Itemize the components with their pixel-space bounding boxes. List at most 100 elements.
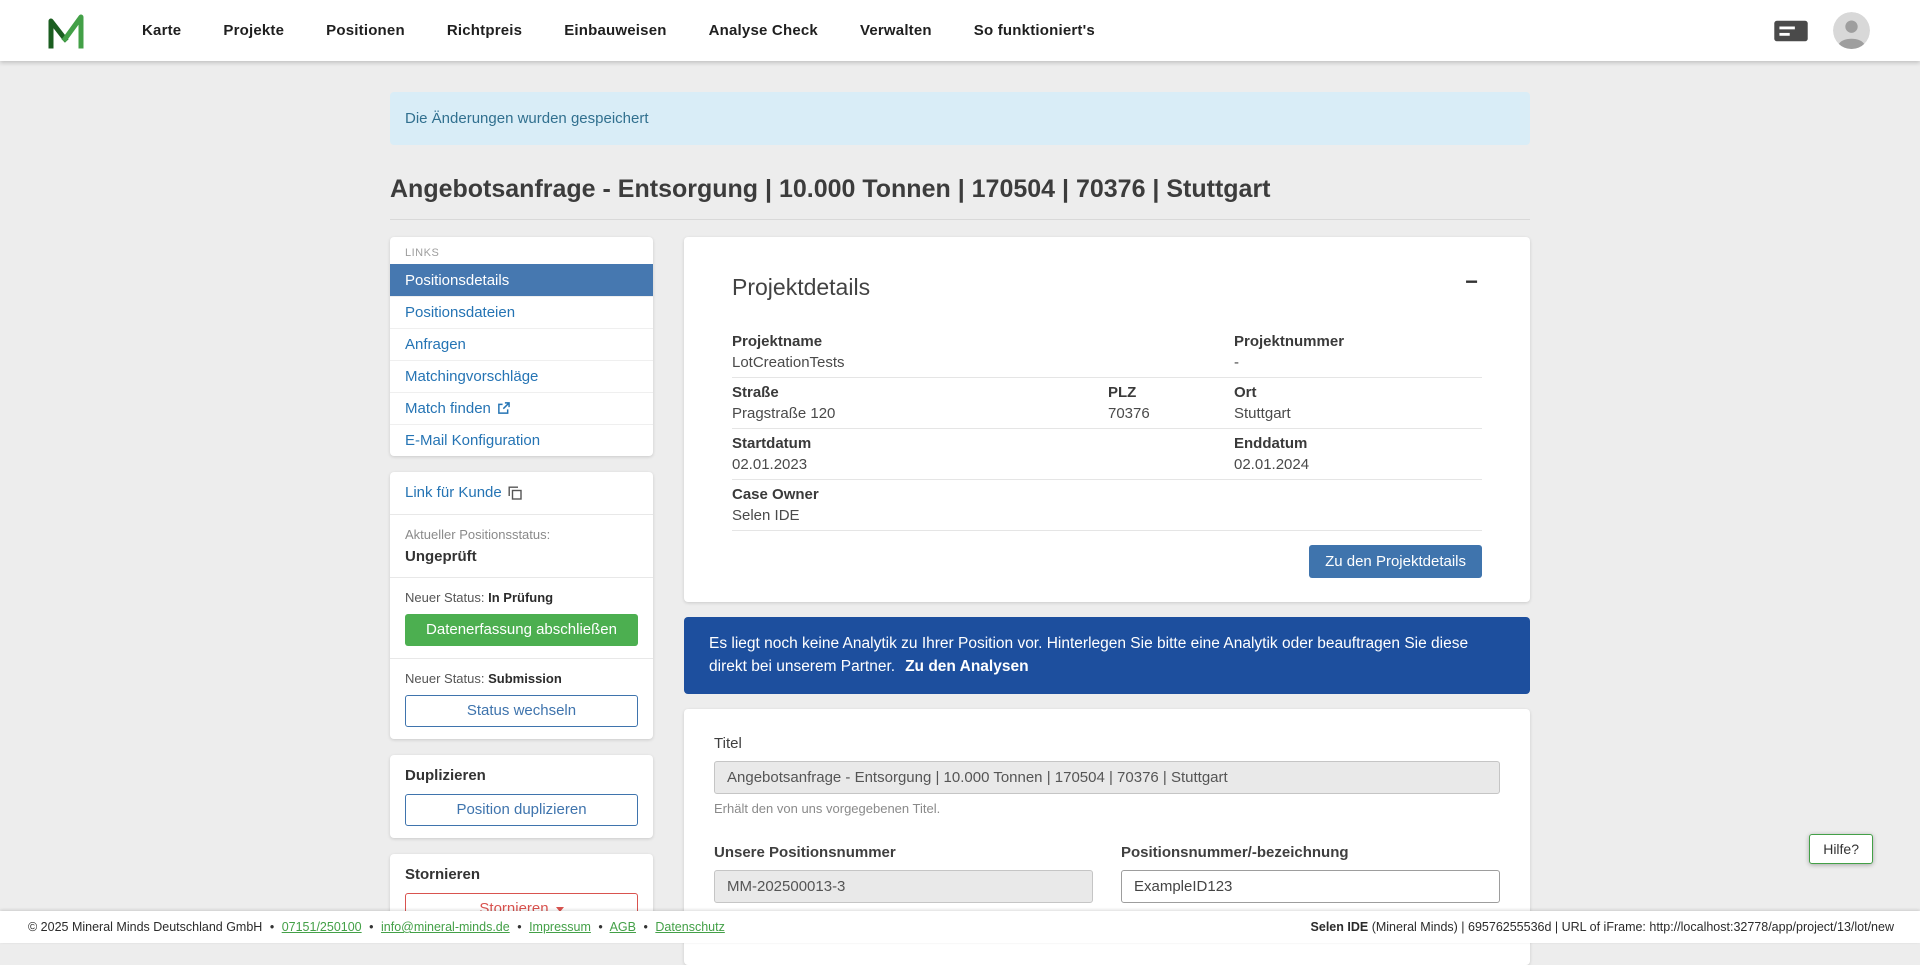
position-number-input[interactable] bbox=[1121, 870, 1500, 903]
our-position-number-label: Unsere Positionsnummer bbox=[714, 844, 1093, 861]
current-status-label: Aktueller Positionsstatus: bbox=[405, 527, 638, 542]
current-status-value: Ungeprüft bbox=[405, 548, 638, 565]
session-info: Selen IDE (Mineral Minds) | 69576255536d… bbox=[1311, 920, 1894, 934]
footer-link-agb[interactable]: AGB bbox=[610, 920, 636, 934]
nav-so-funktionierts[interactable]: So funktioniert's bbox=[974, 22, 1095, 39]
field-value: LotCreationTests bbox=[732, 353, 1234, 372]
nav-positionen[interactable]: Positionen bbox=[326, 22, 405, 39]
project-details-card: Projektdetails − Projektname LotCreation… bbox=[684, 237, 1530, 602]
field-value: Stuttgart bbox=[1234, 404, 1482, 423]
field-value: - bbox=[1234, 353, 1482, 372]
nav-karte[interactable]: Karte bbox=[142, 22, 181, 39]
user-avatar[interactable] bbox=[1833, 12, 1870, 49]
collapse-icon[interactable]: − bbox=[1461, 271, 1482, 293]
next-status-value: In Prüfung bbox=[488, 590, 553, 605]
project-row: Projektname LotCreationTests Projektnumm… bbox=[732, 327, 1482, 378]
duplicate-card: Duplizieren Position duplizieren bbox=[390, 755, 653, 838]
nav-verwalten[interactable]: Verwalten bbox=[860, 22, 932, 39]
complete-data-entry-button[interactable]: Datenerfassung abschließen bbox=[405, 614, 638, 646]
help-button[interactable]: Hilfe? bbox=[1809, 834, 1873, 864]
field-label: Projektname bbox=[732, 332, 1234, 351]
sidebar-item-label: Match finden bbox=[405, 400, 491, 417]
field-label: PLZ bbox=[1108, 383, 1234, 402]
copyright-text: © 2025 Mineral Minds Deutschland GmbH bbox=[28, 920, 262, 934]
field-value: Pragstraße 120 bbox=[732, 404, 1108, 423]
main-column: Projektdetails − Projektname LotCreation… bbox=[684, 237, 1530, 965]
person-icon bbox=[1833, 12, 1870, 49]
sidebar-item-matchingvorschlaege[interactable]: Matchingvorschläge bbox=[390, 360, 653, 392]
field-label: Straße bbox=[732, 383, 1108, 402]
project-row: Startdatum 02.01.2023 Enddatum 02.01.202… bbox=[732, 429, 1482, 480]
footer-link-email[interactable]: info@mineral-minds.de bbox=[381, 920, 510, 934]
cancel-header: Stornieren bbox=[405, 866, 638, 883]
separator: • bbox=[270, 920, 274, 934]
customer-link-label: Link für Kunde bbox=[405, 484, 502, 501]
copy-icon bbox=[508, 486, 522, 500]
our-position-number-input bbox=[714, 870, 1093, 903]
next-status-prefix: Neuer Status: bbox=[405, 590, 485, 605]
title-helper: Erhält den von uns vorgegebenen Titel. bbox=[714, 801, 1500, 816]
switch-status-button[interactable]: Status wechseln bbox=[405, 695, 638, 727]
navbar-right bbox=[1773, 12, 1870, 49]
next-status-prefix: Neuer Status: bbox=[405, 671, 485, 686]
logo-icon bbox=[46, 12, 86, 50]
next-status-line: Neuer Status: In Prüfung bbox=[405, 590, 638, 605]
separator: • bbox=[517, 920, 521, 934]
separator: • bbox=[369, 920, 373, 934]
sidebar-item-positionsdetails[interactable]: Positionsdetails bbox=[390, 264, 653, 296]
field-label: Ort bbox=[1234, 383, 1482, 402]
session-user: Selen IDE bbox=[1311, 920, 1369, 934]
nav-einbauweisen[interactable]: Einbauweisen bbox=[564, 22, 666, 39]
field-label: Startdatum bbox=[732, 434, 1234, 453]
footer: © 2025 Mineral Minds Deutschland GmbH • … bbox=[0, 911, 1920, 943]
page-title: Angebotsanfrage - Entsorgung | 10.000 To… bbox=[390, 175, 1530, 220]
project-row: Case Owner Selen IDE bbox=[732, 480, 1482, 531]
field-value: 70376 bbox=[1108, 404, 1234, 423]
project-details-title: Projektdetails bbox=[732, 271, 870, 303]
top-navbar: Karte Projekte Positionen Richtpreis Ein… bbox=[0, 0, 1920, 61]
title-label: Titel bbox=[714, 735, 1500, 752]
sidebar-item-email-konfiguration[interactable]: E-Mail Konfiguration bbox=[390, 424, 653, 456]
main-nav: Karte Projekte Positionen Richtpreis Ein… bbox=[142, 22, 1095, 39]
project-fields: Projektname LotCreationTests Projektnumm… bbox=[732, 327, 1482, 531]
sidebar-links-card: LINKS Positionsdetails Positionsdateien … bbox=[390, 237, 653, 456]
project-row: Straße Pragstraße 120 PLZ 70376 Ort Stut… bbox=[732, 378, 1482, 429]
footer-link-datenschutz[interactable]: Datenschutz bbox=[655, 920, 724, 934]
field-label: Case Owner bbox=[732, 485, 1482, 504]
footer-left: © 2025 Mineral Minds Deutschland GmbH • … bbox=[28, 920, 725, 934]
duplicate-position-button[interactable]: Position duplizieren bbox=[405, 794, 638, 826]
sidebar-item-match-finden[interactable]: Match finden bbox=[390, 392, 653, 424]
position-number-label: Positionsnummer/-bezeichnung bbox=[1121, 844, 1500, 861]
footer-link-impressum[interactable]: Impressum bbox=[529, 920, 591, 934]
duplicate-header: Duplizieren bbox=[405, 767, 638, 784]
field-label: Enddatum bbox=[1234, 434, 1482, 453]
field-label: Projektnummer bbox=[1234, 332, 1482, 351]
analytics-alert: Es liegt noch keine Analytik zu Ihrer Po… bbox=[684, 617, 1530, 694]
sidebar-item-anfragen[interactable]: Anfragen bbox=[390, 328, 653, 360]
sidebar: LINKS Positionsdetails Positionsdateien … bbox=[390, 237, 653, 953]
title-input bbox=[714, 761, 1500, 794]
nav-richtpreis[interactable]: Richtpreis bbox=[447, 22, 522, 39]
project-details-button[interactable]: Zu den Projektdetails bbox=[1309, 545, 1482, 578]
server-icon[interactable] bbox=[1773, 18, 1809, 44]
external-link-icon bbox=[497, 402, 510, 415]
separator: • bbox=[643, 920, 647, 934]
analytics-link[interactable]: Zu den Analysen bbox=[905, 658, 1028, 675]
nav-projekte[interactable]: Projekte bbox=[223, 22, 284, 39]
next-status-value: Submission bbox=[488, 671, 562, 686]
links-header: LINKS bbox=[390, 237, 653, 264]
nav-analyse-check[interactable]: Analyse Check bbox=[709, 22, 818, 39]
footer-link-phone[interactable]: 07151/250100 bbox=[282, 920, 362, 934]
next-status-line: Neuer Status: Submission bbox=[405, 671, 638, 686]
main-content: Die Änderungen wurden gespeichert Angebo… bbox=[0, 0, 1920, 965]
separator: • bbox=[598, 920, 602, 934]
field-value: 02.01.2023 bbox=[732, 455, 1234, 474]
saved-alert: Die Änderungen wurden gespeichert bbox=[390, 92, 1530, 145]
field-value: 02.01.2024 bbox=[1234, 455, 1482, 474]
status-card: Link für Kunde Aktueller Positionsstatus… bbox=[390, 472, 653, 739]
customer-link[interactable]: Link für Kunde bbox=[405, 484, 522, 501]
analytics-alert-text: Es liegt noch keine Analytik zu Ihrer Po… bbox=[709, 635, 1468, 675]
mineral-minds-logo[interactable] bbox=[46, 12, 86, 50]
session-details: (Mineral Minds) | 69576255536d | URL of … bbox=[1368, 920, 1894, 934]
sidebar-item-positionsdateien[interactable]: Positionsdateien bbox=[390, 296, 653, 328]
